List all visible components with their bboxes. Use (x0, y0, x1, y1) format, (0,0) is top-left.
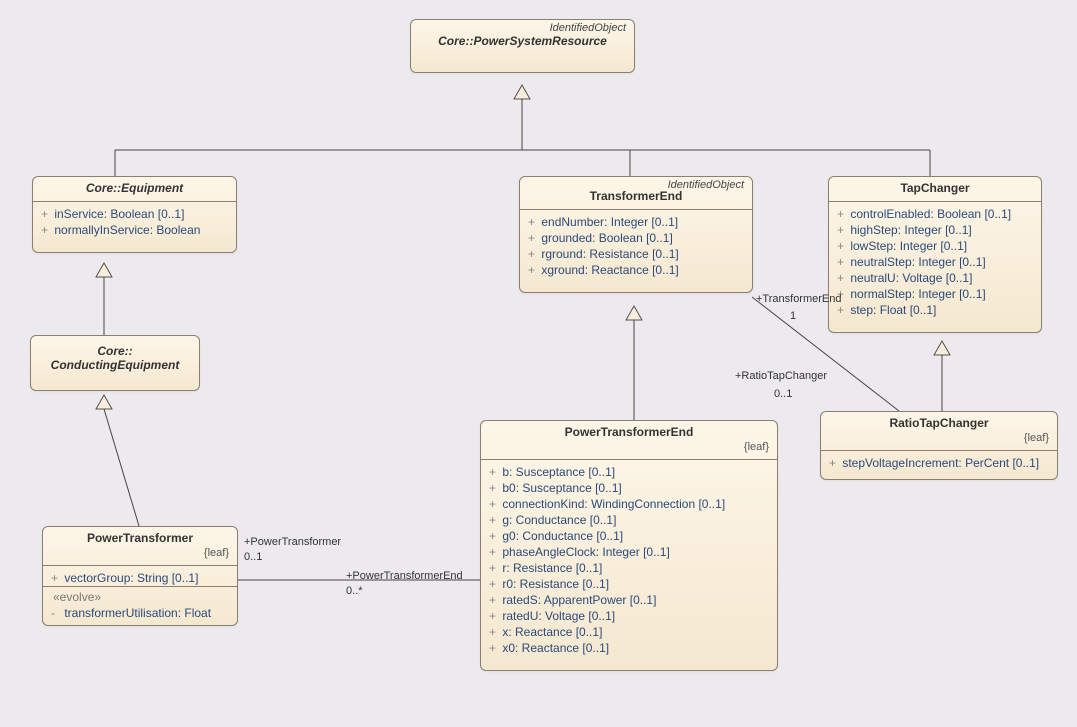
attribute: + step: Float [0..1] (837, 302, 1033, 318)
attribute: + endNumber: Integer [0..1] (528, 214, 744, 230)
attribute: + g: Conductance [0..1] (489, 512, 769, 528)
attribute: + ratedU: Voltage [0..1] (489, 608, 769, 624)
attribute: + neutralStep: Integer [0..1] (837, 254, 1033, 270)
leaf-tag: {leaf} (829, 432, 1049, 444)
class-name: RatioTapChanger (829, 416, 1049, 430)
attribute: + x: Reactance [0..1] (489, 624, 769, 640)
attribute: + neutralU: Voltage [0..1] (837, 270, 1033, 286)
attribute: + normalStep: Integer [0..1] (837, 286, 1033, 302)
class-ratio-tap-changer[interactable]: RatioTapChanger {leaf} + stepVoltageIncr… (820, 411, 1058, 480)
leaf-tag: {leaf} (489, 441, 769, 453)
class-conducting-equipment[interactable]: Core:: ConductingEquipment (30, 335, 200, 391)
assoc-mult-power-transformer: 0..1 (244, 551, 262, 563)
attribute: + vectorGroup: String [0..1] (51, 570, 229, 586)
class-transformer-end[interactable]: IdentifiedObject TransformerEnd + endNum… (519, 176, 753, 293)
attribute: + g0: Conductance [0..1] (489, 528, 769, 544)
attribute: + rground: Resistance [0..1] (528, 246, 744, 262)
attribute: + highStep: Integer [0..1] (837, 222, 1033, 238)
class-equipment[interactable]: Core::Equipment + inService: Boolean [0.… (32, 176, 237, 253)
class-name: TapChanger (837, 181, 1033, 195)
attribute: + xground: Reactance [0..1] (528, 262, 744, 278)
attribute: + x0: Reactance [0..1] (489, 640, 769, 656)
class-power-transformer[interactable]: PowerTransformer {leaf} + vectorGroup: S… (42, 526, 238, 626)
assoc-mult-transformer-end: 1 (790, 310, 796, 322)
attribute: + r: Resistance [0..1] (489, 560, 769, 576)
assoc-mult-ratio-tap-changer: 0..1 (774, 388, 792, 400)
uml-canvas: IdentifiedObject Core::PowerSystemResour… (0, 0, 1077, 727)
attribute: + b0: Susceptance [0..1] (489, 480, 769, 496)
class-name: Core:: ConductingEquipment (37, 344, 193, 372)
attribute: + b: Susceptance [0..1] (489, 464, 769, 480)
class-power-system-resource[interactable]: IdentifiedObject Core::PowerSystemResour… (410, 19, 635, 73)
stereotype-label: IdentifiedObject (668, 179, 744, 191)
class-name: Core::Equipment (41, 181, 228, 195)
attribute: + r0: Resistance [0..1] (489, 576, 769, 592)
attribute: + controlEnabled: Boolean [0..1] (837, 206, 1033, 222)
attribute: + grounded: Boolean [0..1] (528, 230, 744, 246)
attribute: + stepVoltageIncrement: PerCent [0..1] (829, 455, 1049, 471)
class-name: Core::PowerSystemResource (419, 34, 626, 48)
class-power-transformer-end[interactable]: PowerTransformerEnd {leaf} + b: Suscepta… (480, 420, 778, 671)
class-name: PowerTransformer (51, 531, 229, 545)
attribute: + lowStep: Integer [0..1] (837, 238, 1033, 254)
leaf-tag: {leaf} (51, 547, 229, 559)
assoc-role-power-transformer: +PowerTransformer (244, 536, 341, 548)
assoc-role-power-transformer-end: +PowerTransformerEnd (346, 570, 463, 582)
evolve-section: «evolve» (51, 589, 229, 605)
class-tap-changer[interactable]: TapChanger + controlEnabled: Boolean [0.… (828, 176, 1042, 333)
class-name: TransformerEnd (528, 189, 744, 203)
attribute: + phaseAngleClock: Integer [0..1] (489, 544, 769, 560)
class-name: PowerTransformerEnd (489, 425, 769, 439)
attribute: + ratedS: ApparentPower [0..1] (489, 592, 769, 608)
stereotype-label: IdentifiedObject (550, 22, 626, 34)
attribute: + connectionKind: WindingConnection [0..… (489, 496, 769, 512)
attribute: + inService: Boolean [0..1] (41, 206, 228, 222)
assoc-role-transformer-end: +TransformerEnd (756, 293, 842, 305)
assoc-mult-power-transformer-end: 0..* (346, 585, 363, 597)
attribute: - transformerUtilisation: Float (51, 605, 229, 621)
attribute: + normallyInService: Boolean (41, 222, 228, 238)
assoc-role-ratio-tap-changer: +RatioTapChanger (735, 370, 827, 382)
